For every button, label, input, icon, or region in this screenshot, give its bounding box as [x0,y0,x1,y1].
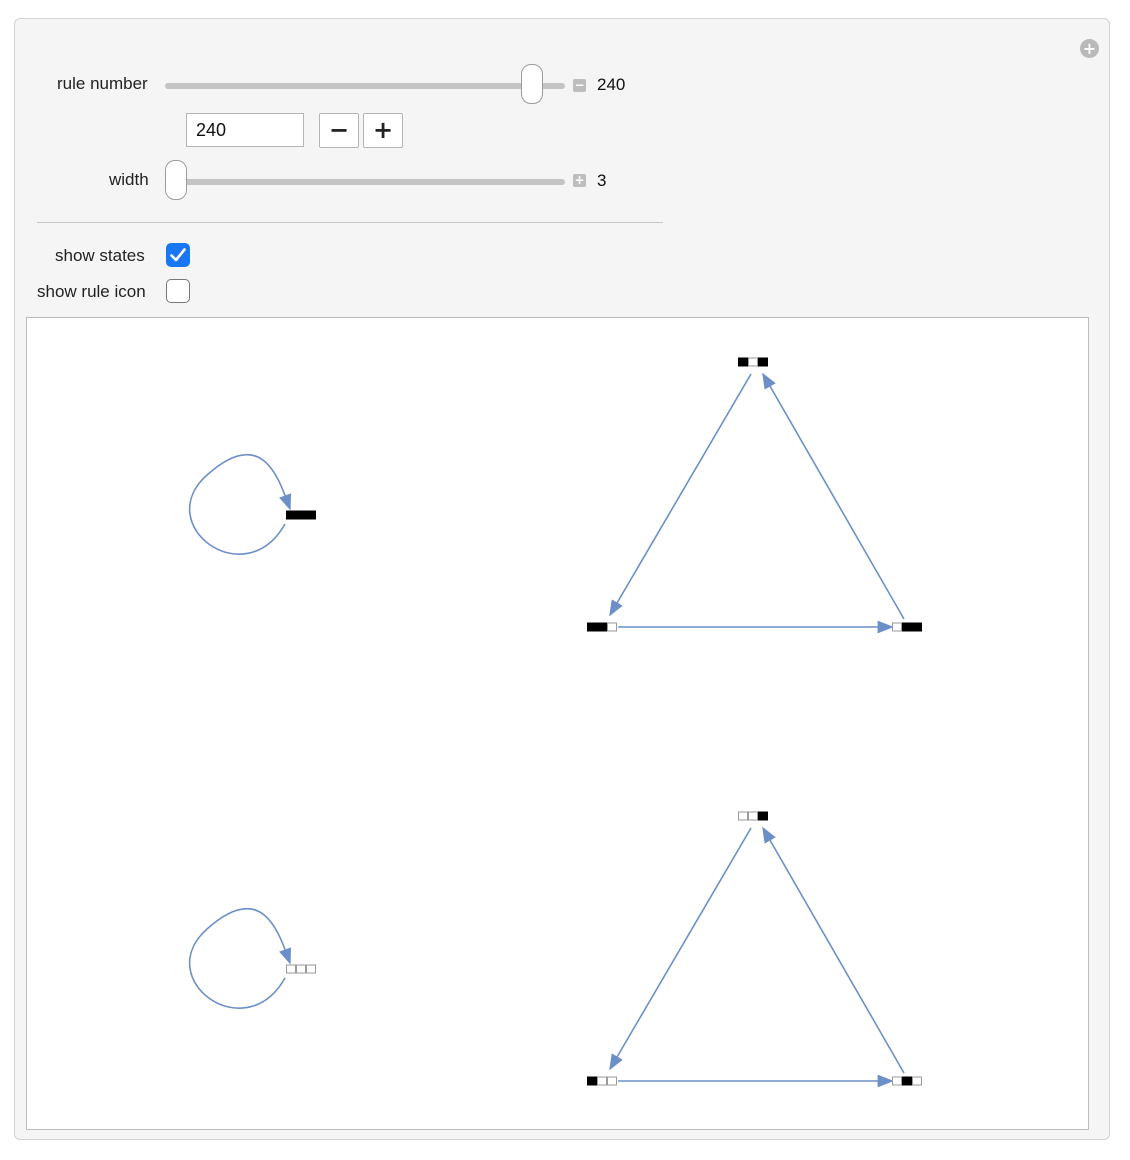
decrement-button[interactable]: − [319,113,359,148]
transition-edge [762,372,905,620]
transition-edge [609,373,752,617]
state-node-100 [587,1076,617,1086]
collapse-minus-icon[interactable]: − [573,79,586,92]
show-states-checkbox[interactable] [166,243,190,267]
self-loop-edge [188,907,292,1009]
state-node-110 [587,622,617,632]
transition-edge [762,826,905,1074]
checkmark-icon [170,248,186,262]
controls-divider [37,222,663,223]
width-label: width [109,170,149,189]
rule-number-label: rule number [57,74,148,93]
graph-canvas [188,357,922,1088]
rule-number-slider-track[interactable] [165,83,565,89]
state-node-000 [286,964,316,974]
state-node-010 [892,1076,922,1086]
width-slider-thumb[interactable] [165,160,187,200]
show-states-label: show states [55,246,145,265]
rule-number-input[interactable] [186,113,304,147]
expand-options-icon[interactable]: + [1080,39,1099,58]
state-node-001 [738,811,768,821]
width-value: 3 [597,171,607,190]
rule-number-value: 240 [597,75,626,94]
increment-button[interactable]: + [363,113,403,148]
state-transition-graph [26,317,1089,1130]
width-slider-track[interactable] [165,179,565,185]
transition-edge [609,827,752,1071]
state-node-111 [286,510,316,520]
show-rule-icon-label: show rule icon [37,282,146,301]
self-loop-edge [188,453,292,555]
state-node-011 [892,622,922,632]
state-node-101 [738,357,768,367]
show-rule-icon-checkbox[interactable] [166,279,190,303]
expand-plus-icon[interactable]: + [573,174,586,187]
rule-number-slider-thumb[interactable] [520,64,543,104]
